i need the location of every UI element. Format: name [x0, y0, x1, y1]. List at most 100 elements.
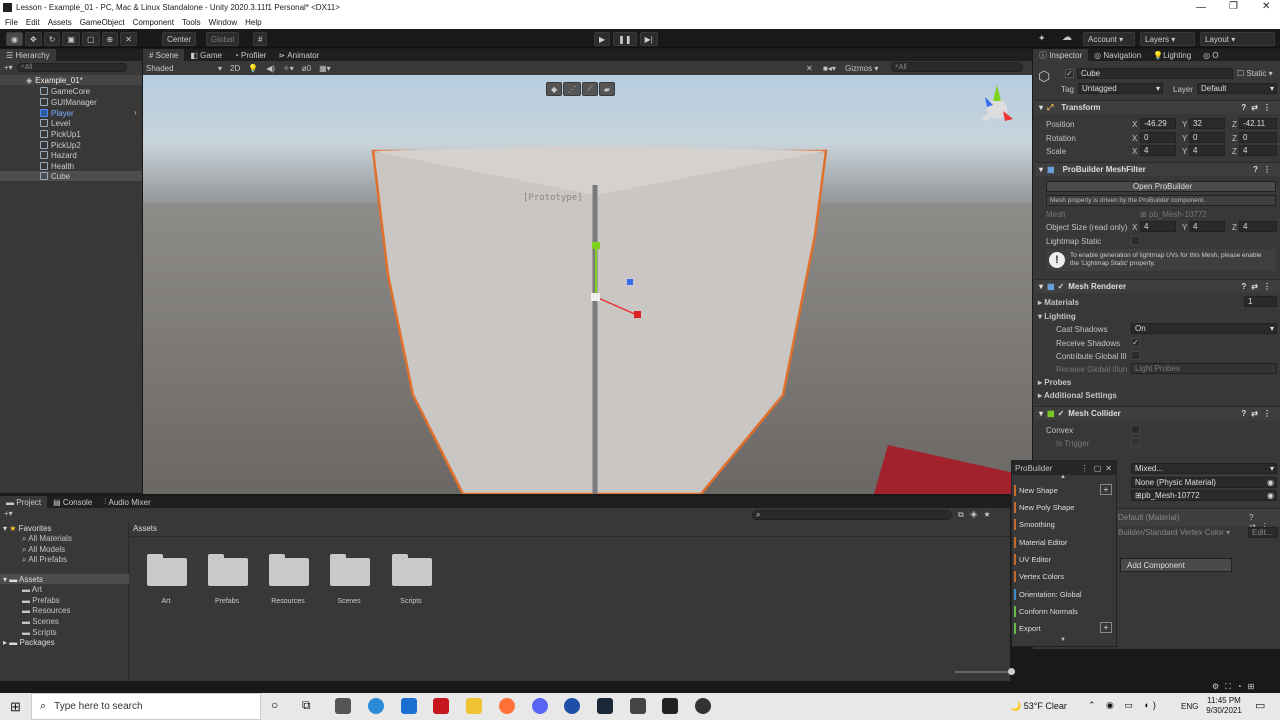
tab-lighting[interactable]: 💡 Lighting: [1147, 49, 1197, 61]
discord-icon[interactable]: [532, 698, 548, 714]
tray-icons[interactable]: ⌃ ◉ ▭ ◖): [1088, 700, 1160, 711]
pause-icon[interactable]: ❚❚: [613, 32, 637, 46]
convex-checkbox[interactable]: [1131, 425, 1140, 434]
tab-navigation[interactable]: ◎ Navigation: [1088, 49, 1147, 61]
file-explorer-icon[interactable]: [466, 698, 482, 714]
tab-hierarchy[interactable]: ☰ Hierarchy: [0, 49, 56, 61]
menu-file[interactable]: File: [5, 18, 18, 27]
menu-icon[interactable]: ⋮: [1081, 464, 1089, 473]
face-mode-icon[interactable]: ▰: [598, 82, 615, 96]
vertex-mode-icon[interactable]: ⋰: [563, 82, 582, 96]
active-checkbox[interactable]: ✓: [1065, 69, 1074, 78]
tab-audio-mixer[interactable]: ⫶ Audio Mixer: [98, 496, 156, 508]
step-icon[interactable]: ▶|: [639, 32, 658, 46]
taskbar-search-input[interactable]: ⌕ Type here to search: [31, 693, 261, 720]
move-tool-icon[interactable]: ✥: [24, 32, 42, 46]
close-icon[interactable]: ✕: [1105, 464, 1112, 473]
icon-size-slider-thumb[interactable]: [1008, 668, 1015, 675]
taskbar-weather[interactable]: 🌙 53°F Clear: [1010, 701, 1067, 712]
asset-prefabs[interactable]: ▬ Prefabs: [22, 596, 60, 605]
store-icon[interactable]: [335, 698, 351, 714]
hierarchy-item-health[interactable]: Health: [40, 161, 74, 171]
account-dropdown[interactable]: Account ▾: [1083, 32, 1135, 46]
component-menu-icons[interactable]: ?⋮: [1253, 165, 1280, 174]
scale-x-field[interactable]: 4: [1140, 145, 1176, 156]
edge-mode-icon[interactable]: ⟋: [582, 82, 598, 96]
object-name-field[interactable]: Cube: [1077, 68, 1233, 79]
rot-y-field[interactable]: 0: [1189, 132, 1225, 143]
maximize-button[interactable]: ❐: [1229, 1, 1238, 12]
gizmo-x-handle[interactable]: [634, 311, 641, 318]
close-button[interactable]: ✕: [1262, 1, 1270, 12]
meshfilter-header[interactable]: ▾ ▦ ProBuilder MeshFilter ?⋮: [1035, 162, 1280, 176]
language-indicator[interactable]: ENG: [1181, 702, 1198, 711]
add-icon[interactable]: +▾: [4, 63, 13, 72]
pb-conform-normals[interactable]: Conform Normals: [1014, 604, 1116, 618]
minimize-button[interactable]: —: [1196, 2, 1206, 13]
hierarchy-search-input[interactable]: ⌕ All: [16, 62, 127, 72]
create-asset-icon[interactable]: +▾: [4, 509, 13, 518]
chevron-right-icon[interactable]: ›: [134, 108, 137, 117]
menu-gameobject[interactable]: GameObject: [80, 18, 125, 27]
favorites-folder[interactable]: ▾ ★ Favorites: [3, 524, 52, 533]
menu-window[interactable]: Window: [209, 18, 237, 27]
materials-foldout[interactable]: ▸ Materials: [1038, 298, 1079, 307]
gizmos-dropdown[interactable]: Gizmos ▾: [845, 64, 878, 73]
status-icons[interactable]: ⚙⛶◔⊞: [1212, 682, 1260, 692]
folder-scripts-icon[interactable]: [392, 554, 432, 586]
transform-tool-icon[interactable]: ⊕: [101, 32, 119, 46]
play-icon[interactable]: ▶: [594, 32, 611, 46]
pb-options-plus-icon[interactable]: +: [1100, 484, 1112, 495]
pb-export-plus-icon[interactable]: +: [1100, 622, 1112, 633]
tools-icon[interactable]: ✕: [806, 64, 813, 73]
asset-resources[interactable]: ▬ Resources: [22, 606, 70, 615]
gizmo-center[interactable]: [591, 293, 600, 301]
lightmap-static-checkbox[interactable]: [1131, 236, 1140, 245]
asset-art[interactable]: ▬ Art: [22, 585, 42, 594]
scene-root[interactable]: ◈ Example_01*: [0, 75, 142, 85]
component-menu-icons[interactable]: ?⇄⋮: [1241, 103, 1280, 112]
gizmo-y-handle[interactable]: [592, 242, 600, 249]
rect-tool-icon[interactable]: ▢: [81, 32, 100, 46]
edge-icon[interactable]: [368, 698, 384, 714]
hidden-objects-icon[interactable]: ø0: [302, 64, 311, 73]
hierarchy-item-guimanager[interactable]: GUIManager: [40, 97, 97, 107]
physic-material-field[interactable]: None (Physic Material) ◉: [1131, 477, 1277, 488]
scene-viewport[interactable]: [Prototype]: [143, 75, 1032, 494]
hierarchy-item-player[interactable]: Player: [40, 108, 74, 118]
filter-icons[interactable]: ⧉◈★: [958, 510, 996, 520]
lighting-foldout[interactable]: ▾ Lighting: [1038, 312, 1076, 321]
gizmo-z-handle[interactable]: [627, 279, 633, 285]
tab-animator[interactable]: ⋗ Animator: [272, 49, 325, 61]
materials-count-field[interactable]: 1: [1244, 296, 1277, 307]
tab-scene[interactable]: # Scene: [143, 49, 185, 61]
rot-x-field[interactable]: 0: [1140, 132, 1176, 143]
is-trigger-checkbox[interactable]: [1131, 438, 1140, 447]
pb-smoothing[interactable]: Smoothing: [1014, 517, 1116, 531]
receive-shadows-checkbox[interactable]: ✓: [1131, 338, 1140, 347]
pb-vertex-colors[interactable]: Vertex Colors: [1014, 569, 1116, 583]
cooking-options-dropdown[interactable]: Mixed... ▾: [1131, 463, 1277, 474]
meshrenderer-header[interactable]: ▾ ▦ ✓ Mesh Renderer ?⇄⋮: [1035, 279, 1280, 293]
tab-overflow[interactable]: ◎ O: [1197, 49, 1224, 61]
transform-header[interactable]: ▾ ⤢ Transform ?⇄⋮: [1035, 100, 1280, 114]
tag-dropdown[interactable]: Untagged ▾: [1078, 83, 1163, 94]
folder-resources-icon[interactable]: [269, 554, 309, 586]
unity-editor-icon[interactable]: [662, 698, 678, 714]
component-menu-icons[interactable]: ?⇄⋮: [1241, 282, 1280, 291]
icon-size-slider-track[interactable]: [955, 671, 1015, 673]
scale-z-field[interactable]: 4: [1239, 145, 1277, 156]
add-component-button[interactable]: Add Component: [1120, 558, 1232, 572]
pos-z-field[interactable]: -42.11: [1239, 118, 1277, 129]
component-menu-icons[interactable]: ?⇄⋮: [1241, 409, 1280, 418]
menu-edit[interactable]: Edit: [26, 18, 40, 27]
material-header[interactable]: Default (Material) ?⇄⋮: [1115, 508, 1280, 531]
hierarchy-item-level[interactable]: Level: [40, 118, 70, 128]
pb-orientation[interactable]: Orientation: Global: [1014, 587, 1116, 601]
pivot-global-button[interactable]: Global: [206, 32, 240, 46]
fav-all-models[interactable]: ⌕ All Models: [22, 545, 65, 555]
hierarchy-item-pickup2[interactable]: PickUp2: [40, 140, 81, 150]
hierarchy-item-pickup1[interactable]: PickUp1: [40, 129, 81, 139]
layout-dropdown[interactable]: Layout ▾: [1200, 32, 1275, 46]
hierarchy-item-hazard[interactable]: Hazard: [40, 150, 77, 160]
